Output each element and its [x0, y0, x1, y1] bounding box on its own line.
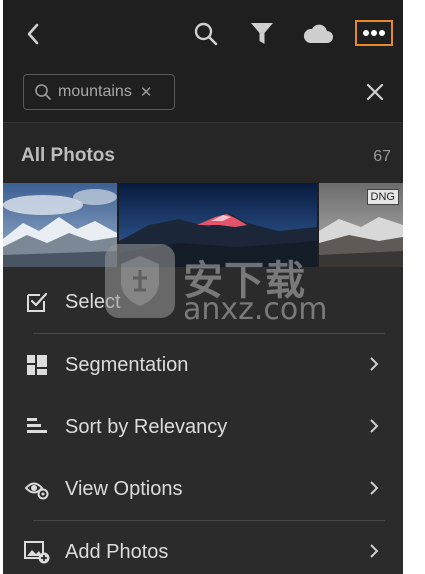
photo-thumbnail[interactable]: DNG: [319, 183, 403, 267]
menu-item-label: Sort by Relevancy: [65, 415, 228, 438]
more-icon: [363, 30, 385, 36]
options-menu: Select Segmentation Sort by Relevancy Vi…: [3, 267, 403, 574]
mountain-photo-image: [3, 183, 117, 267]
dng-badge: DNG: [366, 189, 399, 205]
search-query[interactable]: mountains: [58, 83, 132, 101]
sort-icon: [23, 413, 51, 441]
top-bar: [3, 0, 403, 62]
chevron-right-icon: [369, 417, 379, 438]
menu-item-label: View Options: [65, 477, 183, 500]
grid-icon: [23, 351, 51, 379]
album-header: All Photos 67: [3, 123, 403, 183]
search-icon: [194, 22, 218, 46]
menu-item-view-options[interactable]: View Options: [3, 458, 403, 520]
app-window: mountains ✕ All Photos 67 DNG Select Seg…: [3, 0, 403, 574]
checkbox-icon: [23, 288, 51, 316]
photo-count: 67: [373, 148, 391, 165]
menu-item-label: Add Photos: [65, 540, 169, 563]
chevron-right-icon: [369, 479, 379, 500]
menu-item-segmentation[interactable]: Segmentation: [3, 334, 403, 396]
back-button[interactable]: [19, 18, 47, 50]
search-input[interactable]: mountains ✕: [23, 74, 175, 110]
filter-icon: [251, 23, 273, 44]
search-button[interactable]: [191, 18, 221, 50]
more-options-button[interactable]: [355, 20, 393, 46]
menu-item-sort[interactable]: Sort by Relevancy: [3, 396, 403, 458]
close-search-button[interactable]: [363, 80, 387, 104]
clear-search-icon[interactable]: ✕: [140, 85, 153, 100]
chevron-right-icon: [369, 542, 379, 563]
mountain-photo-image: [119, 183, 317, 267]
chevron-left-icon: [27, 23, 39, 45]
add-photo-icon: [23, 538, 51, 566]
cloud-sync-button[interactable]: [301, 18, 335, 50]
photo-thumbnail[interactable]: [3, 183, 117, 267]
close-icon: [366, 83, 384, 101]
cloud-icon: [303, 24, 333, 43]
menu-item-select[interactable]: Select: [3, 271, 403, 333]
album-title: All Photos: [21, 145, 115, 166]
eye-gear-icon: [23, 475, 51, 503]
photo-thumbnail[interactable]: [119, 183, 317, 267]
menu-item-label: Segmentation: [65, 353, 189, 376]
photo-grid: DNG: [3, 183, 403, 267]
menu-item-add-photos[interactable]: Add Photos: [3, 521, 403, 574]
menu-item-label: Select: [65, 290, 121, 313]
chevron-right-icon: [369, 355, 379, 376]
search-row: mountains ✕: [3, 62, 403, 122]
filter-button[interactable]: [247, 18, 277, 50]
search-icon: [35, 84, 51, 100]
